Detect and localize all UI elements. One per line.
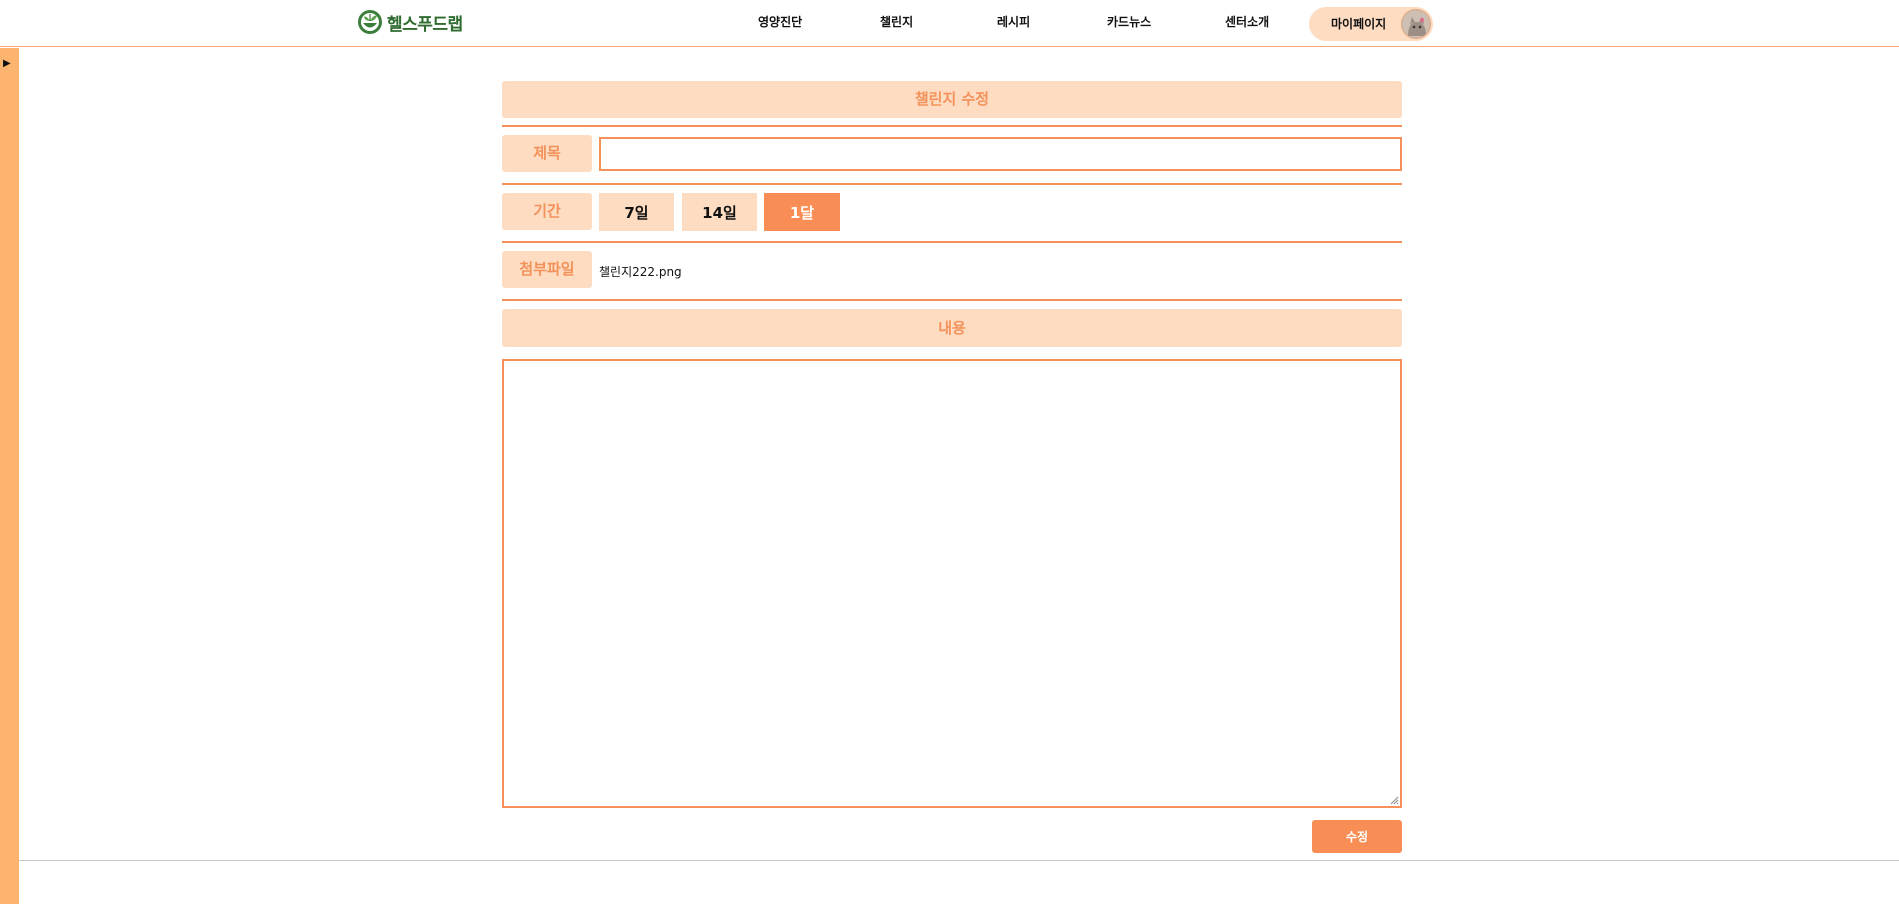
nav-item-about[interactable]: 센터소개 [1225, 13, 1269, 30]
period-label: 기간 [502, 193, 592, 230]
play-triangle-icon[interactable]: ▶ [3, 58, 11, 69]
period-14days-button[interactable]: 14일 [682, 193, 757, 231]
nav-item-nutrition[interactable]: 영양진단 [758, 13, 802, 30]
period-1month-button[interactable]: 1달 [764, 193, 840, 231]
logo-text: 헬스푸드랩 [387, 14, 463, 35]
leaf-bowl-logo-icon [358, 10, 382, 34]
title-label: 제목 [502, 135, 592, 172]
period-7days-button[interactable]: 7일 [599, 193, 674, 231]
mypage-label: 마이페이지 [1331, 17, 1387, 31]
attachment-filename[interactable]: 챌린지222.png [599, 263, 682, 280]
content-textarea[interactable] [502, 359, 1402, 808]
cat-avatar-icon [1402, 10, 1430, 38]
nav-item-challenge[interactable]: 챌린지 [880, 13, 913, 30]
submit-edit-button[interactable]: 수정 [1312, 820, 1402, 853]
top-header: 헬스푸드랩 영양진단 챌린지 레시피 카드뉴스 센터소개 마이페이지 [0, 0, 1899, 47]
form-heading: 챌린지 수정 [502, 81, 1402, 118]
mypage-button[interactable]: 마이페이지 [1309, 7, 1433, 41]
divider [502, 183, 1402, 185]
divider [502, 125, 1402, 127]
nav-item-recipe[interactable]: 레시피 [997, 13, 1030, 30]
logo[interactable]: 헬스푸드랩 [356, 6, 463, 38]
content-label: 내용 [502, 309, 1402, 347]
resize-grip-icon[interactable] [1390, 796, 1399, 805]
side-panel-strip [0, 48, 19, 904]
title-input[interactable] [599, 137, 1402, 171]
nav-item-cardnews[interactable]: 카드뉴스 [1107, 13, 1151, 30]
avatar[interactable] [1401, 9, 1431, 39]
attachment-label: 첨부파일 [502, 251, 592, 288]
divider [502, 299, 1402, 301]
divider [502, 241, 1402, 243]
footer-divider [19, 860, 1899, 861]
